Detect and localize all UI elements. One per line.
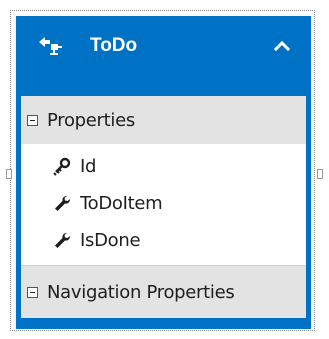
property-label: Id: [80, 156, 97, 177]
right-connector-handle[interactable]: [317, 169, 323, 179]
property-item-isdone[interactable]: IsDone: [21, 222, 306, 259]
property-item-todoitem[interactable]: ToDoItem: [21, 185, 306, 222]
wrench-icon: [52, 194, 72, 214]
properties-list: Id ToDoItem IsDone: [21, 144, 306, 265]
navigation-properties-section-header[interactable]: Navigation Properties: [21, 265, 306, 318]
entity-shape[interactable]: ToDo Properties Id ToDoItem IsDone Navig…: [16, 16, 311, 329]
chevron-up-icon[interactable]: [272, 36, 292, 56]
collapse-minus-icon[interactable]: [27, 114, 38, 126]
wrench-icon: [52, 231, 72, 251]
properties-section-label: Properties: [47, 109, 135, 131]
entity-icon: [38, 36, 68, 56]
left-connector-handle[interactable]: [6, 169, 12, 179]
property-label: ToDoItem: [80, 193, 163, 214]
property-item-id[interactable]: Id: [21, 148, 306, 185]
entity-title: ToDo: [90, 35, 138, 56]
property-label: IsDone: [80, 230, 141, 251]
entity-header[interactable]: ToDo: [21, 16, 306, 96]
collapse-minus-icon[interactable]: [27, 286, 38, 298]
key-icon: [52, 157, 72, 177]
navigation-properties-label: Navigation Properties: [47, 281, 235, 303]
properties-section-header[interactable]: Properties: [21, 96, 306, 144]
